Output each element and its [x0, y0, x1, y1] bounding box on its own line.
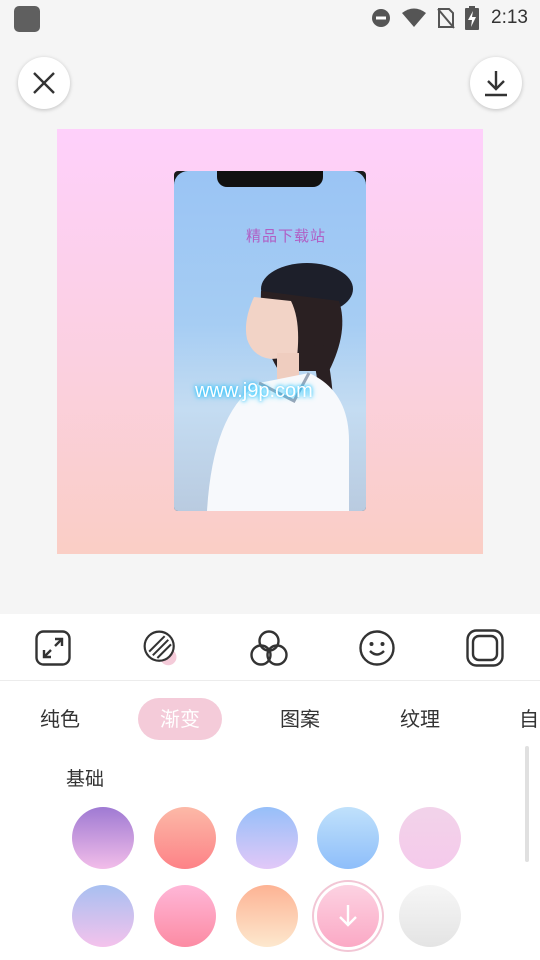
background-type-tabs: 纯色 渐变 图案 纹理 自 — [0, 694, 540, 740]
status-bar: 2:13 — [0, 0, 540, 36]
edit-panel: 纯色 渐变 图案 纹理 自 基础 — [0, 614, 540, 960]
gradient-swatch[interactable] — [154, 807, 216, 869]
status-icons: 2:13 — [371, 4, 528, 32]
frame-icon — [466, 629, 504, 667]
gradient-swatch[interactable] — [399, 807, 461, 869]
canvas-preview: 精品下载站 www.j9p.com — [57, 129, 483, 554]
frame-tool[interactable] — [465, 628, 505, 668]
filter-tool[interactable] — [249, 628, 289, 668]
gradient-swatch[interactable] — [399, 885, 461, 947]
resize-tool[interactable] — [33, 628, 73, 668]
gradient-swatch[interactable] — [317, 807, 379, 869]
watermark-url: www.j9p.com — [195, 380, 313, 402]
gradient-swatch[interactable] — [236, 885, 298, 947]
gradient-swatch[interactable] — [72, 807, 134, 869]
gradient-swatch[interactable] — [154, 885, 216, 947]
watermark-text: 精品下载站 — [246, 227, 327, 245]
tab-gradient[interactable]: 渐变 — [138, 698, 222, 740]
download-arrow-icon — [317, 885, 379, 947]
status-time: 2:13 — [491, 7, 528, 28]
phone-notch — [217, 171, 323, 187]
gradient-stripes-icon — [143, 630, 177, 666]
phone-screen: 精品下载站 www.j9p.com — [174, 171, 366, 511]
filter-circles-icon — [250, 630, 288, 666]
gradient-swatch[interactable] — [72, 885, 134, 947]
battery-charging-icon — [465, 6, 480, 30]
wifi-icon — [402, 8, 427, 27]
do-not-disturb-icon — [372, 9, 391, 27]
close-button[interactable] — [18, 57, 70, 109]
scrollbar[interactable] — [525, 746, 529, 862]
tool-row — [0, 614, 540, 681]
resize-icon — [35, 630, 71, 666]
tab-solid[interactable]: 纯色 — [24, 698, 96, 740]
gradient-tool[interactable] — [141, 628, 181, 668]
app-icon — [14, 6, 40, 32]
gradient-swatch[interactable] — [236, 807, 298, 869]
tab-texture[interactable]: 纹理 — [384, 698, 456, 740]
phone-mockup: 精品下载站 www.j9p.com — [174, 171, 366, 511]
no-sim-icon — [437, 8, 455, 29]
tab-pattern[interactable]: 图案 — [264, 698, 336, 740]
gradient-swatch[interactable] — [317, 885, 379, 947]
download-button[interactable] — [470, 57, 522, 109]
close-icon — [33, 72, 55, 94]
sticker-tool[interactable] — [357, 628, 397, 668]
section-label: 基础 — [66, 768, 105, 790]
sticker-smiley-icon — [359, 630, 395, 666]
download-icon — [485, 71, 507, 97]
tab-custom[interactable]: 自 — [512, 698, 540, 740]
